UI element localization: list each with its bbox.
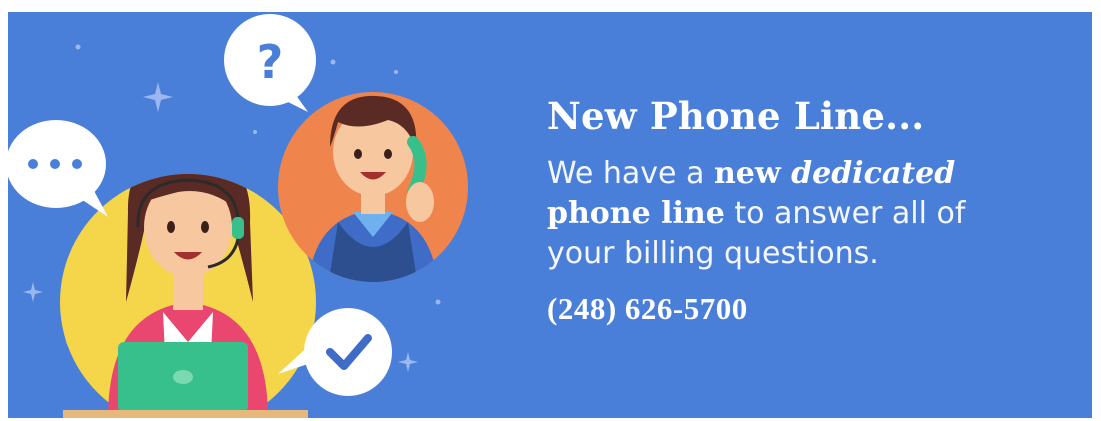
svg-text:?: ? [257,35,284,89]
banner-text: New Phone Line... We have a new dedicate… [547,94,1067,327]
ellipsis-bubble-icon [8,120,108,217]
question-bubble-icon: ? [224,14,316,112]
description-bold: new [713,156,792,192]
banner-headline: New Phone Line... [547,94,925,138]
description-rest-line2: your billing questions. [547,235,879,271]
description-rest-line1: to answer all of [724,195,966,231]
support-illustration: ? [8,14,468,418]
description-bold-italic: dedicated [791,156,956,192]
description-intro: We have a [547,156,714,192]
description-bold-phone-line: phone line [547,195,725,231]
banner-description: We have a new dedicated phone line to ans… [547,154,1067,273]
phone-number[interactable]: (248) 626-5700 [547,291,1067,327]
billing-phone-banner: ? New Phone Line... We have a new dedica… [8,12,1092,418]
